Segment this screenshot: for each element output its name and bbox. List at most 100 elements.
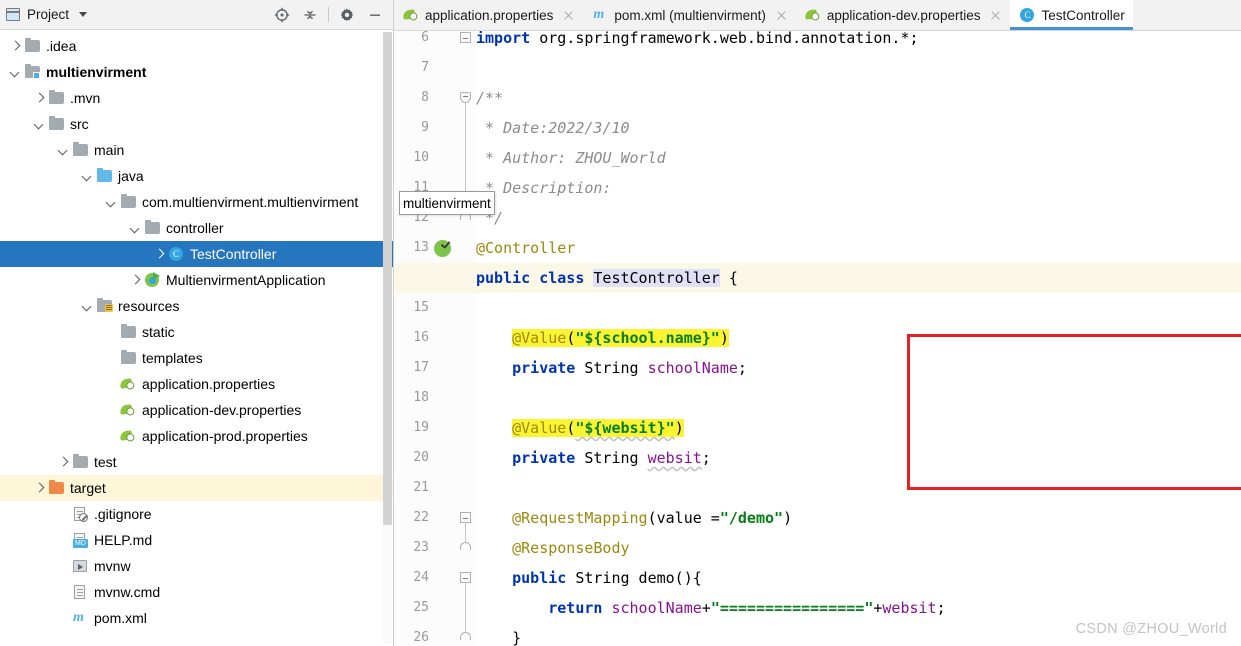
code-line-17[interactable]: private String schoolName; <box>476 353 1241 383</box>
editor-tab-testcontroller[interactable]: TestController <box>1010 0 1134 30</box>
editor-tabbar[interactable]: application.properties m pom.xml (multienv… <box>394 0 1241 31</box>
chevron-right-icon[interactable] <box>56 455 71 470</box>
editor-tab-label: TestController <box>1041 7 1125 23</box>
tree-item-multienvirment[interactable]: multienvirment <box>0 59 394 85</box>
code-line-16[interactable]: @Value("${school.name}") <box>476 323 1241 353</box>
gutter-row[interactable]: 16 <box>394 323 476 353</box>
package-icon <box>120 349 137 366</box>
code-line-25[interactable]: return schoolName+"================"+web… <box>476 593 1241 623</box>
editor-tab-application-properties[interactable]: application.properties <box>394 0 584 30</box>
spring-properties-icon <box>119 428 137 444</box>
chevron-down-icon[interactable] <box>128 221 143 236</box>
code-line-6[interactable]: import org.springframework.web.bind.anno… <box>476 31 1241 53</box>
tree-item-mvnw[interactable]: mvnw <box>0 553 394 579</box>
code-fold-box-icon[interactable] <box>460 32 471 43</box>
tree-item-main[interactable]: main <box>0 137 394 163</box>
gutter-row[interactable]: 19 <box>394 413 476 443</box>
code-line-9[interactable]: * Date:2022/3/10 <box>476 113 1241 143</box>
gutter-row[interactable]: 23 <box>394 533 476 563</box>
tree-item-mvnw-cmd[interactable]: mvnw.cmd <box>0 579 394 605</box>
gear-icon[interactable] <box>334 3 360 27</box>
code-line-20[interactable]: private String websit; <box>476 443 1241 473</box>
code-line-11[interactable]: * Description: <box>476 173 1241 203</box>
gutter-row[interactable]: 21 <box>394 473 476 503</box>
shell-script-icon <box>72 558 89 574</box>
minimize-icon[interactable] <box>362 3 388 27</box>
gutter-row[interactable]: 26 <box>394 623 476 646</box>
tree-item-application-dev-properties[interactable]: application-dev.properties <box>0 397 394 423</box>
chevron-right-icon[interactable] <box>152 247 167 262</box>
tree-item-controller[interactable]: controller <box>0 215 394 241</box>
gutter-row[interactable]: 25 <box>394 593 476 623</box>
code-area[interactable]: 6789101112131415161718192021222324252627… <box>394 31 1241 646</box>
chevron-down-icon[interactable] <box>80 299 95 314</box>
chevron-right-icon[interactable] <box>128 273 143 288</box>
tree-item-multienvirmentapplication[interactable]: MultienvirmentApplication <box>0 267 394 293</box>
gutter-row[interactable]: 13 <box>394 233 476 263</box>
tree-item-test[interactable]: test <box>0 449 394 475</box>
tree-item-pom-xml[interactable]: m pom.xml <box>0 605 394 631</box>
code-fold-end-icon[interactable] <box>460 542 471 550</box>
chevron-down-icon[interactable] <box>8 65 23 80</box>
sidebar-scrollbar-thumb[interactable] <box>383 32 392 525</box>
code-line-18[interactable] <box>476 383 1241 413</box>
locate-icon[interactable] <box>269 3 295 27</box>
chevron-down-icon[interactable] <box>56 143 71 158</box>
gutter-row[interactable]: 18 <box>394 383 476 413</box>
chevron-right-icon[interactable] <box>8 39 23 54</box>
editor-tab-pom-xml-multienvirment[interactable]: m pom.xml (multienvirment) <box>583 0 796 30</box>
code-line-10[interactable]: * Author: ZHOU_World <box>476 143 1241 173</box>
code-line-8[interactable]: /** <box>476 83 1241 113</box>
chevron-down-icon[interactable] <box>79 12 88 17</box>
close-icon[interactable] <box>562 9 575 22</box>
folder-icon <box>72 453 89 470</box>
tree-item-target[interactable]: target <box>0 475 394 501</box>
chevron-down-icon[interactable] <box>80 169 95 184</box>
tree-item-java[interactable]: java <box>0 163 394 189</box>
chevron-down-icon[interactable] <box>104 195 119 210</box>
code-line-14[interactable]: public class TestController { <box>394 263 1241 293</box>
gutter-row[interactable]: 8 <box>394 83 476 113</box>
gutter-row[interactable]: 7 <box>394 53 476 83</box>
code-line-13[interactable]: @Controller <box>476 233 1241 263</box>
tree-item-com-multienvirment-multienvirment[interactable]: com.multienvirment.multienvirment <box>0 189 394 215</box>
gutter-row[interactable]: 10 <box>394 143 476 173</box>
tree-item-testcontroller[interactable]: TestController <box>0 241 394 267</box>
chevron-right-icon[interactable] <box>32 91 47 106</box>
project-tree[interactable]: .idea multienvirment .mvn src main java com.mu… <box>0 30 394 646</box>
gutter-row[interactable]: 20 <box>394 443 476 473</box>
gutter-row[interactable]: 15 <box>394 293 476 323</box>
code-line-12[interactable]: */ <box>476 203 1241 233</box>
chevron-right-icon[interactable] <box>32 481 47 496</box>
collapse-all-icon[interactable] <box>297 3 323 27</box>
code-line-21[interactable] <box>476 473 1241 503</box>
code-line-15[interactable] <box>476 293 1241 323</box>
close-icon[interactable] <box>989 9 1002 22</box>
tree-item-mvn[interactable]: .mvn <box>0 85 394 111</box>
tree-item-application-properties[interactable]: application.properties <box>0 371 394 397</box>
tree-item-help-md[interactable]: HELP.md <box>0 527 394 553</box>
tree-item-resources[interactable]: resources <box>0 293 394 319</box>
editor-tab-application-dev-properties[interactable]: application-dev.properties <box>795 0 1011 30</box>
project-tool-title-group[interactable]: Project <box>6 7 88 22</box>
gutter-row[interactable]: 9 <box>394 113 476 143</box>
tree-item-src[interactable]: src <box>0 111 394 137</box>
chevron-down-icon[interactable] <box>32 117 47 132</box>
code-line-23[interactable]: @ResponseBody <box>476 533 1241 563</box>
code-line-19[interactable]: @Value("${websit}") <box>476 413 1241 443</box>
code-line-22[interactable]: @RequestMapping(value ="/demo") <box>476 503 1241 533</box>
tree-item-templates[interactable]: templates <box>0 345 394 371</box>
spring-bean-check-icon[interactable] <box>434 240 451 257</box>
code-fold-end-icon[interactable] <box>460 632 471 640</box>
gutter-row[interactable]: 22 <box>394 503 476 533</box>
code-line-24[interactable]: public String demo(){ <box>476 563 1241 593</box>
gutter-row[interactable]: 6 <box>394 31 476 53</box>
code-line-7[interactable] <box>476 53 1241 83</box>
tree-item-idea[interactable]: .idea <box>0 33 394 59</box>
tree-item-gitignore[interactable]: .gitignore <box>0 501 394 527</box>
gutter-row[interactable]: 17 <box>394 353 476 383</box>
tree-item-application-prod-properties[interactable]: application-prod.properties <box>0 423 394 449</box>
gutter-row[interactable]: 24 <box>394 563 476 593</box>
close-icon[interactable] <box>775 9 788 22</box>
tree-item-static[interactable]: static <box>0 319 394 345</box>
